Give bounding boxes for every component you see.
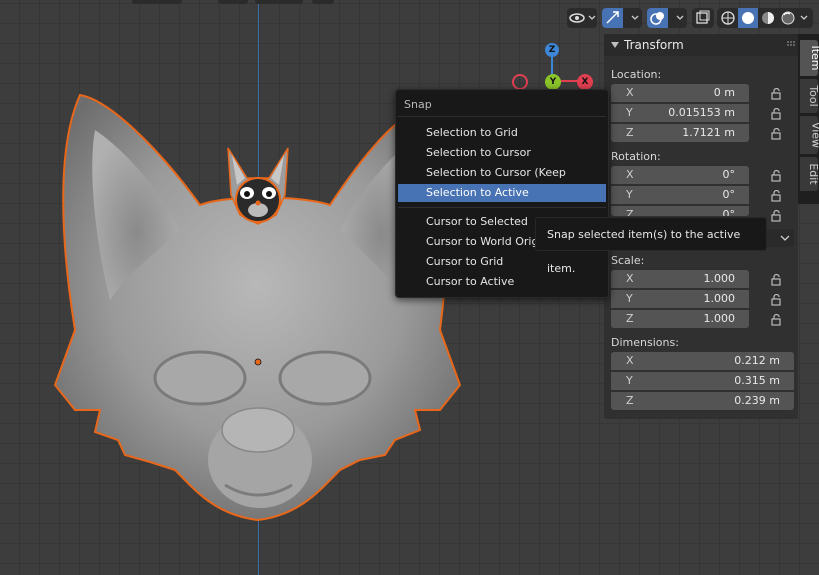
axis-label: X [626, 354, 634, 367]
axis-label: Z [626, 312, 634, 325]
overlays-dropdown[interactable] [647, 8, 687, 28]
eye-icon [569, 13, 596, 23]
collapse-triangle-icon [611, 42, 619, 48]
tab-label: View [809, 121, 819, 149]
lock-icon[interactable] [770, 294, 782, 306]
field-value: 1.000 [703, 292, 736, 305]
header-fragment [132, 0, 182, 4]
field-value: 1.000 [703, 312, 736, 325]
header-fragment [218, 0, 248, 4]
visibility-dropdown[interactable] [567, 8, 597, 28]
menu-divider [398, 207, 606, 208]
tab-item[interactable]: Item [800, 40, 819, 76]
axis-label: Z [626, 394, 634, 407]
snap-menu-title: Snap [404, 98, 432, 111]
rotation-label: Rotation: [611, 150, 661, 163]
scale-z-field[interactable]: Z 1.000 [611, 310, 749, 328]
field-value: 0.239 m [734, 394, 780, 407]
left-eye [153, 350, 247, 406]
scale-x-field[interactable]: X 1.000 [611, 270, 749, 288]
tab-label: Item [809, 45, 819, 71]
lock-icon[interactable] [770, 108, 782, 120]
axis-label: Y [626, 106, 633, 119]
rotation-y-field[interactable]: Y 0° [611, 186, 749, 204]
tab-edit[interactable]: Edit [800, 157, 819, 191]
axis-label: Z [626, 126, 634, 139]
lock-icon[interactable] [770, 128, 782, 140]
location-label: Location: [611, 68, 662, 81]
object-origin [254, 358, 262, 366]
tab-label: Edit [807, 163, 819, 185]
lock-icon[interactable] [770, 190, 782, 202]
xray-toggle[interactable] [692, 8, 714, 28]
drag-handle-icon[interactable] [786, 40, 796, 50]
axis-label: Z [626, 208, 634, 216]
right-eye [278, 350, 372, 406]
shading-modes[interactable] [717, 8, 813, 28]
location-y-field[interactable]: Y 0.015153 m [611, 104, 749, 122]
lock-icon[interactable] [770, 88, 782, 100]
tab-tool[interactable]: Tool [800, 79, 819, 113]
shading-icons [721, 8, 808, 28]
axis-label: Y [626, 374, 633, 387]
snap-menu: Snap Selection to Grid Selection to Curs… [395, 89, 609, 298]
field-value: 0° [722, 168, 736, 181]
lock-icon[interactable] [770, 274, 782, 286]
tooltip: Snap selected item(s) to the active item… [535, 217, 767, 275]
field-value: 0.315 m [734, 374, 780, 387]
menu-item-selection-to-cursor-keep-offset[interactable]: Selection to Cursor (Keep Offset) [398, 164, 606, 197]
transform-title: Transform [624, 38, 684, 52]
axis-label: Y [626, 188, 633, 201]
dimensions-x-field[interactable]: X 0.212 m [611, 352, 794, 370]
menu-item-selection-to-cursor[interactable]: Selection to Cursor [398, 144, 606, 162]
field-value: 0.212 m [734, 354, 780, 367]
gizmo-neg-x-axis[interactable] [512, 74, 528, 90]
menu-item-selection-to-active[interactable]: Selection to Active [398, 184, 606, 202]
menu-divider [398, 116, 606, 117]
field-value: 0.015153 m [668, 106, 735, 119]
header-fragment [312, 0, 334, 4]
field-value: 1.7121 m [682, 126, 735, 139]
field-value: 0 m [713, 86, 735, 99]
tab-label: Tool [807, 85, 819, 107]
transform-panel-header[interactable]: Transform [604, 34, 798, 56]
tab-view[interactable]: View [800, 116, 819, 154]
menu-item-selection-to-grid[interactable]: Selection to Grid [398, 124, 606, 142]
lock-icon[interactable] [770, 170, 782, 182]
field-value: 0° [722, 188, 736, 201]
scale-y-field[interactable]: Y 1.000 [611, 290, 749, 308]
dimensions-z-field[interactable]: Z 0.239 m [611, 392, 794, 410]
gizmo-icon [606, 11, 639, 24]
gizmo-y-axis[interactable]: Y [545, 74, 561, 90]
header-fragment [255, 0, 303, 4]
sidebar-tabs: Item Tool View Edit [798, 34, 819, 204]
scale-label: Scale: [611, 254, 645, 267]
rotation-x-field[interactable]: X 0° [611, 166, 749, 184]
axis-label: Y [626, 292, 633, 305]
lock-icon[interactable] [770, 314, 782, 326]
lock-icon[interactable] [770, 210, 782, 222]
rotation-z-field[interactable]: Z 0° [611, 206, 749, 216]
field-value: 0° [722, 208, 736, 216]
gizmo-x-axis[interactable]: X [577, 74, 593, 90]
axis-label: X [626, 272, 634, 285]
axis-label: X [626, 168, 634, 181]
chevron-down-icon [780, 235, 790, 241]
dimensions-y-field[interactable]: Y 0.315 m [611, 372, 794, 390]
dimensions-label: Dimensions: [611, 336, 679, 349]
xray-icon [696, 10, 710, 24]
location-z-field[interactable]: Z 1.7121 m [611, 124, 749, 142]
gizmo-z-axis[interactable]: Z [545, 43, 559, 57]
overlays-icon [650, 12, 684, 25]
field-value: 1.000 [703, 272, 736, 285]
nose [221, 407, 295, 453]
location-x-field[interactable]: X 0 m [611, 84, 749, 102]
axis-label: X [626, 86, 634, 99]
gizmo-dropdown[interactable] [602, 8, 642, 28]
